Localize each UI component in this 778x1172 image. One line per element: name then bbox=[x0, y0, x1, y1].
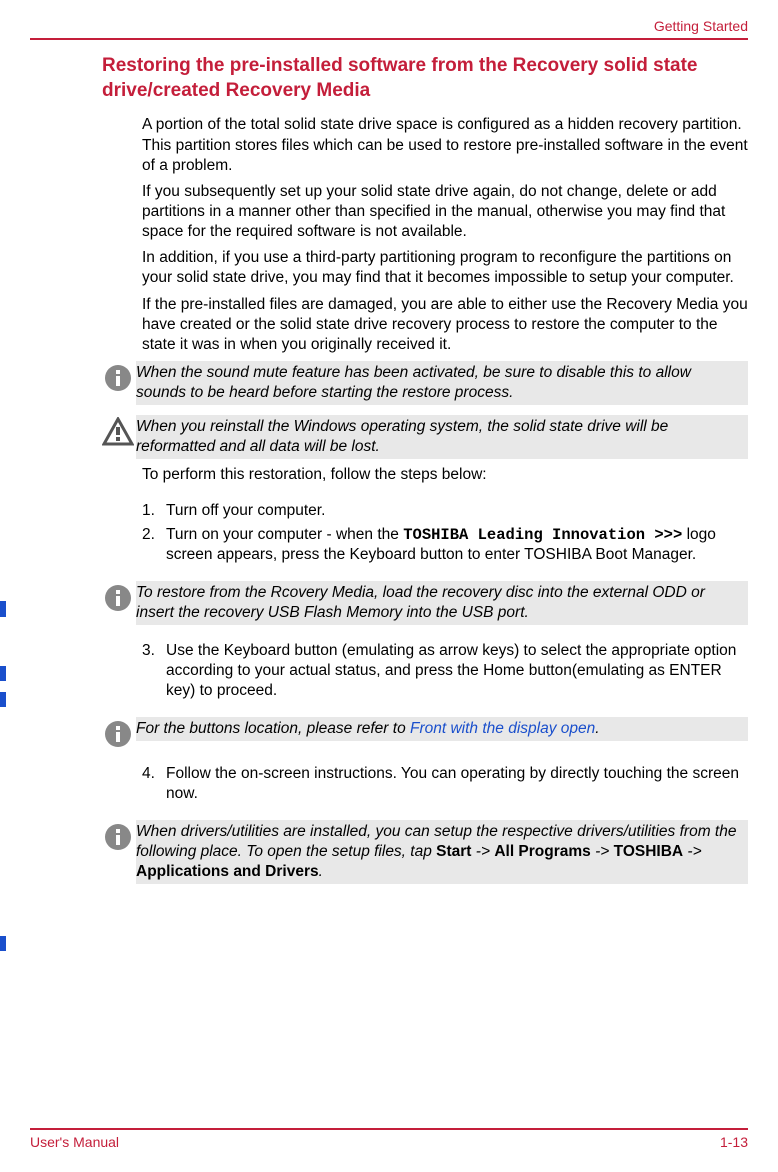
step-list: 3. Use the Keyboard button (emulating as… bbox=[142, 641, 748, 701]
step-number: 1. bbox=[142, 501, 155, 521]
sep: -> bbox=[591, 843, 614, 860]
step-number: 3. bbox=[142, 641, 155, 661]
paragraph: In addition, if you use a third-party pa… bbox=[142, 248, 748, 288]
callout-text: When you reinstall the Windows operating… bbox=[136, 415, 748, 459]
paragraph: If the pre-installed files are damaged, … bbox=[142, 295, 748, 355]
info-icon bbox=[100, 822, 136, 852]
page-footer: User's Manual 1-13 bbox=[30, 1128, 748, 1150]
footer-right: 1-13 bbox=[720, 1134, 748, 1150]
section-heading: Restoring the pre-installed software fro… bbox=[102, 54, 748, 103]
info-icon bbox=[100, 583, 136, 613]
list-item: 2. Turn on your computer - when the TOSH… bbox=[142, 525, 748, 565]
chapter-name: Getting Started bbox=[654, 18, 748, 34]
cross-reference-link[interactable]: Front with the display open bbox=[410, 720, 595, 737]
step-text: Use the Keyboard button (emulating as ar… bbox=[166, 642, 736, 699]
step-list: 1. Turn off your computer. 2. Turn on yo… bbox=[142, 501, 748, 565]
sep: -> bbox=[683, 843, 702, 860]
callout-text-post: . bbox=[595, 720, 599, 737]
page-header: Getting Started bbox=[30, 18, 748, 40]
sep: -> bbox=[471, 843, 494, 860]
step-list: 4. Follow the on-screen instructions. Yo… bbox=[142, 764, 748, 804]
body-text-block: A portion of the total solid state drive… bbox=[142, 115, 748, 355]
paragraph: A portion of the total solid state drive… bbox=[142, 115, 748, 175]
paragraph: If you subsequently set up your solid st… bbox=[142, 182, 748, 242]
callout-text: When drivers/utilities are installed, yo… bbox=[136, 820, 748, 884]
bold-text: Start bbox=[436, 843, 471, 860]
intro-steps: To perform this restoration, follow the … bbox=[142, 465, 748, 485]
step-number: 2. bbox=[142, 525, 155, 545]
info-callout: To restore from the Rcovery Media, load … bbox=[142, 581, 748, 625]
list-item: 1. Turn off your computer. bbox=[142, 501, 748, 521]
revision-mark bbox=[0, 936, 6, 951]
revision-mark bbox=[0, 692, 6, 707]
step-text-pre: Turn on your computer - when the bbox=[166, 526, 403, 543]
callout-text: When the sound mute feature has been act… bbox=[136, 361, 748, 405]
callout-text-post: . bbox=[319, 863, 323, 880]
list-item: 4. Follow the on-screen instructions. Yo… bbox=[142, 764, 748, 804]
caution-callout: When you reinstall the Windows operating… bbox=[142, 415, 748, 459]
revision-mark bbox=[0, 666, 6, 681]
step-text: Turn off your computer. bbox=[166, 502, 325, 519]
bold-text: Applications and Drivers bbox=[136, 863, 319, 880]
step-text: Follow the on-screen instructions. You c… bbox=[166, 765, 739, 802]
callout-text-pre: For the buttons location, please refer t… bbox=[136, 720, 410, 737]
revision-mark bbox=[0, 601, 6, 617]
mono-text: TOSHIBA Leading Innovation >>> bbox=[403, 526, 682, 544]
footer-left: User's Manual bbox=[30, 1134, 119, 1150]
step-number: 4. bbox=[142, 764, 155, 784]
callout-text: For the buttons location, please refer t… bbox=[136, 717, 748, 741]
list-item: 3. Use the Keyboard button (emulating as… bbox=[142, 641, 748, 701]
callout-text: To restore from the Rcovery Media, load … bbox=[136, 581, 748, 625]
info-icon bbox=[100, 719, 136, 749]
page-container: Getting Started Restoring the pre-instal… bbox=[0, 0, 778, 1172]
bold-text: All Programs bbox=[494, 843, 590, 860]
info-callout: For the buttons location, please refer t… bbox=[142, 717, 748, 749]
info-callout: When drivers/utilities are installed, yo… bbox=[142, 820, 748, 884]
bold-text: TOSHIBA bbox=[614, 843, 683, 860]
info-callout: When the sound mute feature has been act… bbox=[142, 361, 748, 405]
caution-icon bbox=[100, 417, 136, 447]
info-icon bbox=[100, 363, 136, 393]
